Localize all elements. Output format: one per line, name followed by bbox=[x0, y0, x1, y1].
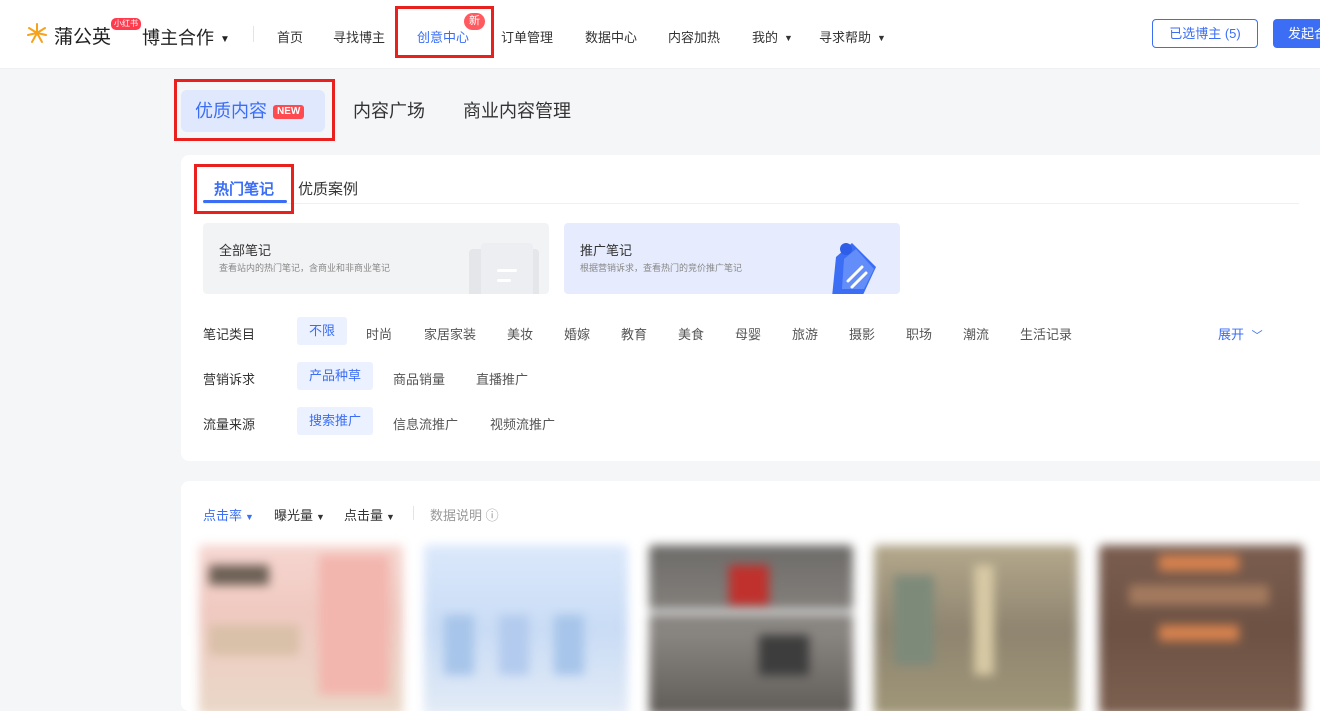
nav-item-mine[interactable]: 我的 ▼ bbox=[752, 27, 793, 46]
nav-item-home[interactable]: 首页 bbox=[277, 27, 303, 46]
annotation-box-creative-center bbox=[395, 6, 494, 58]
nav-divider bbox=[253, 26, 254, 42]
promoted-notes-card[interactable]: 推广笔记 根据营销诉求，查看热门的竞价推广笔记 bbox=[564, 223, 900, 294]
filter-option-category[interactable]: 职场 bbox=[906, 324, 932, 343]
filter-option-category[interactable]: 美食 bbox=[678, 324, 704, 343]
filter-option-traffic[interactable]: 搜索推广 bbox=[297, 407, 374, 435]
nav-item-find-blogger[interactable]: 寻找博主 bbox=[333, 27, 385, 46]
all-notes-desc: 查看站内的热门笔记，含商业和非商业笔记 bbox=[219, 263, 391, 273]
nav-item-help[interactable]: 寻求帮助 ▼ bbox=[819, 27, 886, 46]
nav-item-mine-label: 我的 bbox=[752, 30, 779, 45]
annotation-box-quality-content bbox=[174, 79, 335, 141]
filter-option-category[interactable]: 旅游 bbox=[792, 324, 818, 343]
caret-down-icon: ▼ bbox=[877, 33, 886, 43]
filter-option-category[interactable]: 潮流 bbox=[963, 324, 989, 343]
filter-option-category[interactable]: 婚嫁 bbox=[564, 324, 590, 343]
all-notes-title: 全部笔记 bbox=[219, 243, 272, 258]
start-cooperation-button[interactable]: 发起合作 bbox=[1273, 19, 1320, 48]
top-navigation: 蒲公英 小红书 博主合作 ▼ 首页 寻找博主 创意中心 新 订单管理 数据中心 内… bbox=[0, 0, 1320, 69]
sort-clicks[interactable]: 点击量 ▼ bbox=[344, 505, 395, 524]
document-illustration-icon bbox=[469, 243, 539, 294]
tag-illustration-icon bbox=[832, 243, 876, 294]
logo-badge: 小红书 bbox=[111, 18, 141, 30]
filter-option-category[interactable]: 美妆 bbox=[507, 324, 533, 343]
note-thumbnail[interactable] bbox=[424, 545, 628, 711]
caret-down-icon: ▼ bbox=[316, 512, 325, 522]
sort-impressions[interactable]: 曝光量 ▼ bbox=[274, 505, 325, 524]
sort-click-rate[interactable]: 点击率 ▼ bbox=[203, 505, 254, 524]
filter-option-marketing[interactable]: 直播推广 bbox=[476, 369, 528, 388]
nav-item-help-label: 寻求帮助 bbox=[819, 30, 872, 45]
filter-option-category[interactable]: 母婴 bbox=[735, 324, 761, 343]
note-thumbnail[interactable] bbox=[199, 545, 403, 711]
filter-option-category[interactable]: 生活记录 bbox=[1020, 324, 1072, 343]
filter-option-traffic[interactable]: 视频流推广 bbox=[490, 414, 555, 433]
logo-text: 蒲公英 bbox=[54, 27, 112, 48]
caret-down-icon: ▼ bbox=[784, 33, 793, 43]
tab-business-content-management[interactable]: 商业内容管理 bbox=[463, 90, 571, 132]
expand-categories-button[interactable]: 展开 ﹀ bbox=[1218, 324, 1263, 343]
filter-card: 热门笔记 优质案例 全部笔记 查看站内的热门笔记，含商业和非商业笔记 推广笔记 … bbox=[181, 155, 1320, 461]
nav-item-orders[interactable]: 订单管理 bbox=[501, 27, 553, 46]
filter-option-category[interactable]: 摄影 bbox=[849, 324, 875, 343]
filter-option-category[interactable]: 教育 bbox=[621, 324, 647, 343]
subtab-quality-cases[interactable]: 优质案例 bbox=[298, 178, 358, 199]
sort-clicks-label: 点击量 bbox=[344, 508, 384, 523]
filter-option-category[interactable]: 时尚 bbox=[366, 324, 392, 343]
filter-option-traffic[interactable]: 信息流推广 bbox=[393, 414, 458, 433]
filter-label-marketing: 营销诉求 bbox=[203, 372, 256, 387]
note-thumbnail[interactable] bbox=[649, 545, 853, 711]
results-card: 点击率 ▼ 曝光量 ▼ 点击量 ▼ 数据说明 ⓘ bbox=[181, 481, 1320, 711]
sort-impressions-label: 曝光量 bbox=[274, 508, 314, 523]
nav-item-content-boost[interactable]: 内容加热 bbox=[668, 27, 720, 46]
filter-option-category[interactable]: 不限 bbox=[297, 317, 348, 345]
caret-down-icon: ▼ bbox=[245, 512, 254, 522]
annotation-box-hot-notes bbox=[194, 164, 294, 214]
selected-bloggers-button[interactable]: 已选博主 (5) bbox=[1152, 19, 1258, 48]
tab-divider bbox=[203, 203, 1299, 204]
caret-down-icon: ▼ bbox=[386, 512, 395, 522]
note-thumbnail[interactable] bbox=[1099, 545, 1303, 711]
product-switcher[interactable]: 博主合作 ▼ bbox=[142, 24, 230, 50]
all-notes-card[interactable]: 全部笔记 查看站内的热门笔记，含商业和非商业笔记 bbox=[203, 223, 549, 294]
filter-label-category: 笔记类目 bbox=[203, 327, 256, 342]
filter-option-marketing[interactable]: 产品种草 bbox=[297, 362, 374, 390]
nav-item-data-center[interactable]: 数据中心 bbox=[585, 27, 637, 46]
filter-label-traffic: 流量来源 bbox=[203, 417, 256, 432]
product-switcher-label: 博主合作 bbox=[142, 28, 214, 48]
dandelion-logo-icon bbox=[27, 23, 47, 43]
promoted-notes-desc: 根据营销诉求，查看热门的竞价推广笔记 bbox=[580, 263, 743, 273]
caret-down-icon: ▼ bbox=[220, 34, 230, 45]
filter-option-category[interactable]: 家居家装 bbox=[424, 324, 476, 343]
sort-divider bbox=[413, 506, 414, 520]
chevron-down-icon: ﹀ bbox=[1251, 330, 1263, 342]
note-thumbnail[interactable] bbox=[874, 545, 1078, 711]
expand-label: 展开 bbox=[1218, 327, 1245, 342]
filter-option-marketing[interactable]: 商品销量 bbox=[393, 369, 445, 388]
promoted-notes-title: 推广笔记 bbox=[580, 243, 633, 258]
data-description-link[interactable]: 数据说明 ⓘ bbox=[430, 505, 499, 524]
sort-click-rate-label: 点击率 bbox=[203, 508, 243, 523]
tab-content-square[interactable]: 内容广场 bbox=[353, 90, 425, 132]
